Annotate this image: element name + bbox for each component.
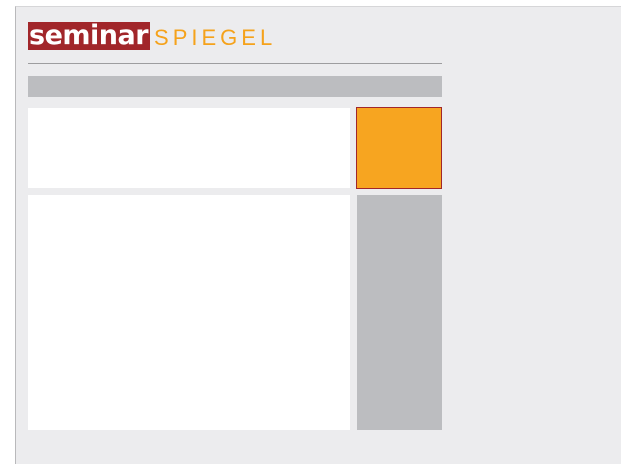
page: seminar SPIEGEL (0, 0, 623, 466)
main-content-area (28, 195, 350, 430)
header-divider (28, 63, 442, 64)
logo-spiegel-text: SPIEGEL (154, 25, 277, 50)
logo-seminar-text: seminar (28, 22, 151, 50)
site-logo[interactable]: seminar SPIEGEL (28, 22, 276, 50)
accent-box[interactable] (356, 107, 442, 189)
sidebar-column (357, 195, 442, 430)
navigation-bar[interactable] (28, 76, 442, 97)
teaser-box (28, 108, 350, 188)
